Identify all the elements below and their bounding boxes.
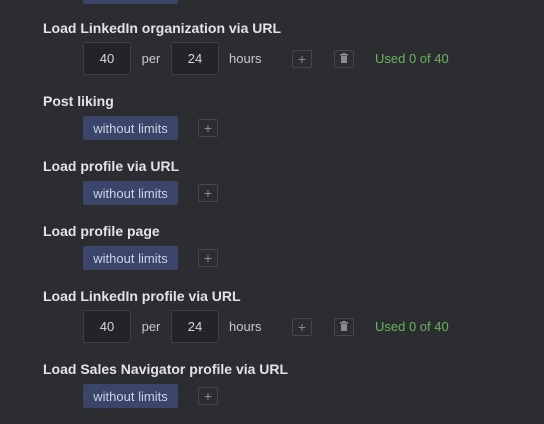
usage-status: Used 0 of 40 — [375, 319, 449, 334]
limit-period-input[interactable] — [171, 42, 219, 75]
hours-label: hours — [229, 319, 262, 334]
section-title: Load profile via URL — [43, 158, 180, 174]
limit-row-load-profile-page: without limits + — [83, 246, 218, 270]
delete-limit-button[interactable] — [334, 49, 354, 68]
plus-icon: + — [203, 250, 213, 266]
without-limits-pill[interactable]: without limits — [83, 246, 178, 270]
section-load-profile-page: Load profile page — [43, 223, 160, 239]
per-label: per — [141, 51, 161, 66]
section-title: Load LinkedIn organization via URL — [43, 20, 282, 36]
limit-pill-cut-off[interactable] — [83, 0, 178, 4]
plus-icon: + — [203, 388, 213, 404]
limit-row-load-profile-via-url: without limits + — [83, 181, 218, 205]
section-post-liking: Post liking — [43, 93, 114, 109]
without-limits-pill[interactable]: without limits — [83, 181, 178, 205]
trash-icon — [340, 53, 348, 63]
trash-icon — [340, 321, 348, 331]
limit-row-post-liking: without limits + — [83, 116, 218, 140]
add-limit-button[interactable]: + — [198, 249, 218, 267]
add-limit-button[interactable]: + — [198, 119, 218, 137]
per-label: per — [141, 319, 161, 334]
section-load-organization-via-url: Load LinkedIn organization via URL — [43, 20, 281, 36]
without-limits-pill[interactable]: without limits — [83, 116, 178, 140]
section-load-linkedin-profile-via-url: Load LinkedIn profile via URL — [43, 288, 241, 304]
section-title: Load profile page — [43, 223, 160, 239]
add-limit-button[interactable]: + — [292, 49, 312, 68]
hours-label: hours — [229, 51, 262, 66]
limit-count-input[interactable] — [83, 310, 131, 343]
limit-count-input[interactable] — [83, 42, 131, 75]
limit-row-load-linkedin-profile: per hours + Used 0 of 40 — [83, 310, 449, 343]
add-limit-button[interactable]: + — [292, 317, 312, 336]
section-load-profile-via-url: Load profile via URL — [43, 158, 179, 174]
limit-period-input[interactable] — [171, 310, 219, 343]
add-limit-button[interactable]: + — [198, 184, 218, 202]
plus-icon: + — [297, 318, 307, 335]
section-title: Load Sales Navigator profile via URL — [43, 361, 289, 377]
plus-icon: + — [297, 50, 307, 67]
plus-icon: + — [203, 120, 213, 136]
section-title: Post liking — [43, 93, 114, 109]
add-limit-button[interactable]: + — [198, 387, 218, 405]
usage-status: Used 0 of 40 — [375, 51, 449, 66]
delete-limit-button[interactable] — [334, 317, 354, 336]
limit-row-load-organization: per hours + Used 0 of 40 — [83, 42, 449, 75]
section-title: Load LinkedIn profile via URL — [43, 288, 241, 304]
section-load-sales-navigator-profile: Load Sales Navigator profile via URL — [43, 361, 288, 377]
plus-icon: + — [203, 185, 213, 201]
limit-row-load-sales-navigator-profile: without limits + — [83, 384, 218, 408]
without-limits-pill[interactable]: without limits — [83, 384, 178, 408]
